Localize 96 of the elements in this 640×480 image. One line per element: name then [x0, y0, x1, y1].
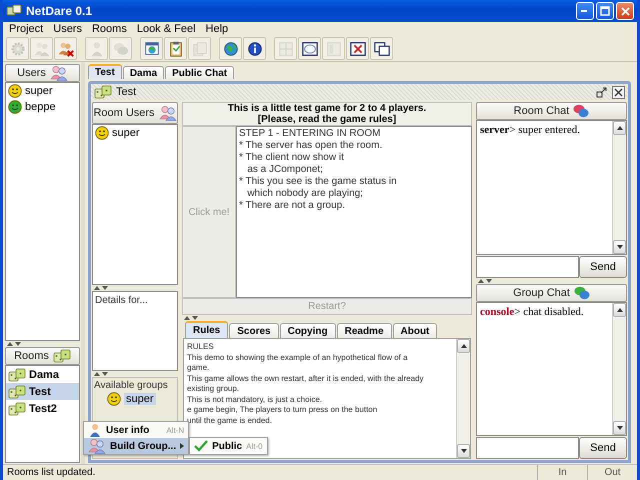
- info-icon: [246, 40, 264, 58]
- menu-item[interactable]: Rooms: [88, 23, 133, 35]
- tab[interactable]: Test: [88, 64, 122, 79]
- tab[interactable]: Readme: [336, 323, 392, 338]
- scrollbar[interactable]: [612, 121, 626, 254]
- panel-title: Users: [17, 67, 46, 79]
- rules-line: existing group.: [187, 384, 240, 394]
- rules-line: This game allows the own restart, after it is ended, with the already: [187, 374, 424, 384]
- rules-line: e game begin, The players to turn press on the button: [187, 405, 378, 416]
- tab[interactable]: Scores: [229, 323, 279, 338]
- tab[interactable]: Public Chat: [165, 66, 234, 79]
- toolbar-button[interactable]: [298, 37, 321, 60]
- toolbar-button[interactable]: [164, 37, 187, 60]
- game-heading: This is a little test game for 2 to 4 players. [Please, read the game rules]: [182, 102, 472, 126]
- menu-item[interactable]: Build Group...: [84, 438, 188, 454]
- tab[interactable]: Copying: [280, 323, 336, 338]
- panel-title: Room Chat: [514, 105, 570, 117]
- dice-icon: [8, 366, 26, 382]
- rules-line: This demo to showing the example of an hypothetical flow of a: [187, 352, 408, 363]
- status-out: Out: [604, 467, 621, 478]
- people-icon: [158, 105, 177, 121]
- minimize-icon: [581, 10, 589, 12]
- menu-item[interactable]: Public Alt-0: [190, 438, 267, 454]
- people-remove-icon: [56, 40, 74, 58]
- toolbar-button[interactable]: [346, 37, 369, 60]
- chat-icon: [574, 286, 590, 300]
- tab[interactable]: Dama: [122, 66, 164, 79]
- close-icon: [614, 88, 623, 96]
- message-input[interactable]: [476, 437, 579, 459]
- window-icon: [300, 40, 318, 58]
- rules-line: RULES: [187, 342, 214, 352]
- rules-line: game.: [187, 363, 210, 374]
- user-name: beppe: [25, 101, 56, 113]
- chat-message: server> super entered.: [480, 124, 581, 136]
- maximize-icon: [596, 86, 607, 98]
- scrollbar[interactable]: [612, 302, 626, 435]
- room-item[interactable]: Dama: [6, 366, 79, 383]
- dice-icon: [94, 84, 112, 100]
- game-status-text: STEP 1 - ENTERING IN ROOM * The server has open the room. * The client now show it as a JComponet; * This you see is the game status in which nobody are playing; * There are not a group.: [236, 126, 472, 298]
- menu-item[interactable]: Users: [49, 23, 88, 35]
- people-icon: [32, 40, 50, 58]
- window-title: NetDare 0.1: [26, 4, 94, 18]
- menu-item[interactable]: Project: [5, 23, 50, 35]
- shortcut-label: Alt-N: [166, 426, 184, 434]
- maximize-button[interactable]: [595, 86, 608, 98]
- grid-icon: [276, 40, 294, 58]
- dice-icon: [8, 384, 26, 400]
- toolbar-button[interactable]: [370, 37, 393, 60]
- globe-icon: [222, 40, 240, 58]
- room-item[interactable]: Test2: [6, 400, 79, 417]
- toolbar-button[interactable]: [140, 37, 163, 60]
- groups-label: Available groups: [93, 380, 169, 391]
- dice-icon: [52, 348, 71, 364]
- rules-line: This is not mandatory, is just a choice.: [187, 394, 322, 405]
- message-input[interactable]: [476, 256, 579, 278]
- people-icon: [50, 65, 68, 81]
- status-in: In: [558, 467, 567, 478]
- close-window-icon: [348, 40, 366, 58]
- people-icon: [88, 438, 106, 454]
- close-icon: [620, 6, 630, 16]
- chat-message: console> chat disabled.: [480, 306, 585, 318]
- toolbar-button[interactable]: [219, 37, 242, 60]
- close-button[interactable]: [612, 86, 625, 98]
- menu-item[interactable]: Help: [202, 23, 234, 35]
- globe-window-icon: [142, 40, 160, 58]
- scrollbar[interactable]: [456, 339, 470, 458]
- details-label: Details for...: [95, 295, 148, 306]
- tab[interactable]: Rules: [185, 321, 228, 338]
- maximize-button[interactable]: [596, 2, 614, 20]
- group-member[interactable]: super: [124, 393, 156, 405]
- frame-title: Test: [116, 86, 138, 98]
- send-button[interactable]: Send: [579, 437, 627, 459]
- panel-icon: [324, 40, 342, 58]
- panel-title: Group Chat: [513, 286, 570, 298]
- dice-icon: [8, 400, 26, 416]
- tab[interactable]: About: [392, 323, 438, 338]
- toolbar-button[interactable]: [243, 37, 266, 60]
- user-name: super: [25, 85, 53, 97]
- chat-icon: [573, 104, 590, 118]
- gear-icon: [8, 40, 26, 58]
- panel-title: Room Users: [93, 107, 155, 119]
- panel-title: Rooms: [14, 350, 49, 362]
- pages-icon: [190, 40, 208, 58]
- submenu-arrow-icon: [180, 443, 184, 449]
- minimize-button[interactable]: [576, 2, 594, 20]
- room-item[interactable]: Test: [6, 383, 79, 400]
- menu-item[interactable]: Look & Feel: [132, 23, 202, 35]
- menu-item[interactable]: User info Alt-N: [84, 422, 188, 438]
- status-message: Rooms list updated.: [7, 467, 96, 478]
- app-icon: [6, 4, 22, 18]
- send-button[interactable]: Send: [579, 256, 627, 278]
- maximize-icon: [600, 6, 610, 16]
- shortcut-label: Alt-0: [246, 442, 263, 450]
- person-icon: [88, 423, 102, 437]
- windows-icon: [372, 40, 390, 58]
- user-name: super: [112, 127, 140, 139]
